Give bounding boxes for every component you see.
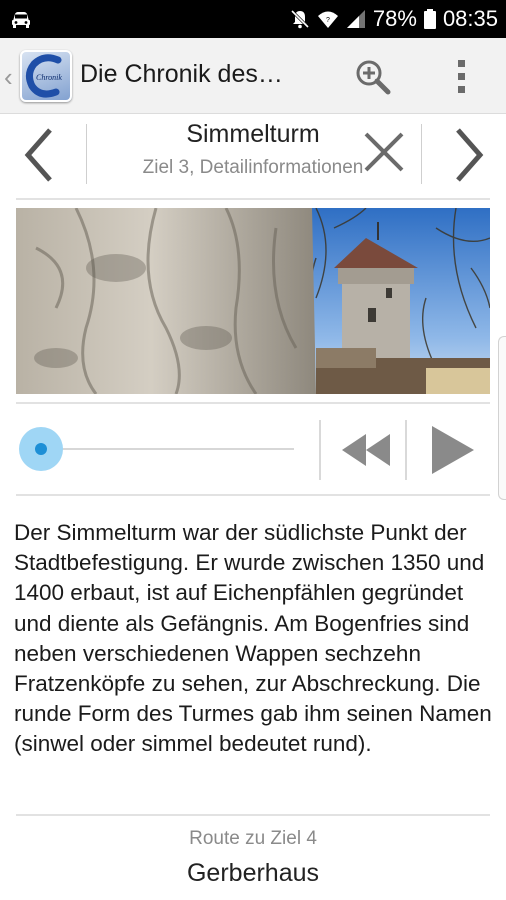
wifi-icon: ? [317,11,338,28]
car-icon [12,12,30,28]
clock: 08:35 [442,6,498,31]
seek-thumb-dot [35,443,47,455]
divider [16,814,490,816]
chronik-logo-icon: Chronik [25,54,62,98]
divider [86,124,87,184]
battery-icon [423,9,436,29]
app-bar: ‹ Chronik Die Chronik des… [0,38,506,114]
svg-text:Chronik: Chronik [36,73,62,82]
divider [16,198,490,200]
app-logo[interactable]: Chronik [20,50,72,102]
divider [319,420,321,480]
tower-photo-image [16,208,490,394]
play-icon[interactable] [426,422,478,478]
zoom-in-icon[interactable] [354,58,392,96]
side-panel-handle[interactable] [498,336,506,500]
status-bar: ? 78% 08:35 [0,0,506,38]
divider [16,494,490,496]
stop-photo [16,208,490,394]
signal-icon [346,10,365,28]
close-icon[interactable] [360,128,408,176]
divider [405,420,407,480]
svg-text:?: ? [326,17,330,24]
stop-navigation: Simmelturm Ziel 3, Detailinformationen [0,114,506,198]
rewind-icon[interactable] [338,428,396,472]
divider [421,124,422,184]
seek-bar[interactable] [40,448,294,450]
app-title: Die Chronik des… [80,60,283,88]
seek-thumb[interactable] [19,427,63,471]
stop-description: Der Simmelturm war der südlichste Punkt … [14,520,492,757]
mute-icon [290,9,309,29]
battery-percent: 78% [372,6,417,31]
route-label[interactable]: Route zu Ziel 4 [0,828,506,850]
audio-player [0,404,506,494]
back-chevron-icon[interactable]: ‹ [4,62,13,93]
previous-stop-icon[interactable] [14,122,70,188]
next-stop-icon[interactable] [438,122,494,188]
route-destination[interactable]: Gerberhaus [0,859,506,888]
overflow-menu-icon[interactable] [448,56,476,96]
